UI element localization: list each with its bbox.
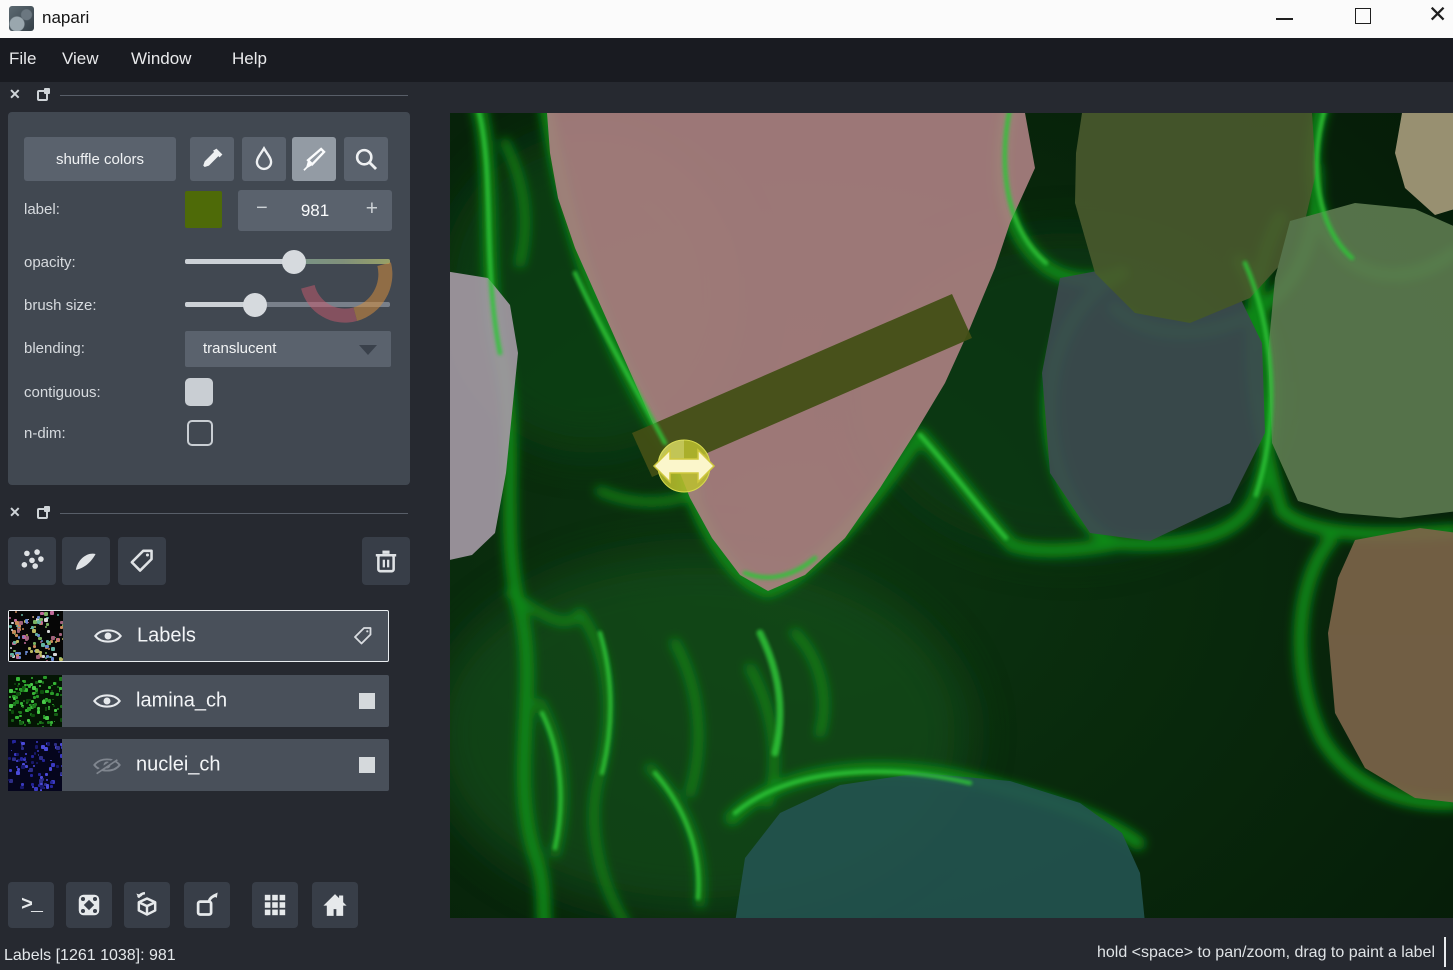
pan-zoom-tool-button[interactable] (344, 137, 388, 181)
eyedropper-icon (199, 146, 225, 172)
eye-icon (92, 690, 122, 712)
status-help-text: hold <space> to pan/zoom, drag to paint … (1097, 944, 1435, 962)
points-icon (18, 547, 46, 575)
window-title: napari (42, 8, 89, 28)
panel-divider (60, 513, 408, 514)
opacity-label: opacity: (24, 254, 76, 271)
close-icon: ✕ (1428, 1, 1447, 28)
eye-icon (93, 625, 123, 647)
visibility-toggle[interactable] (92, 690, 122, 712)
float-panel-icon[interactable] (37, 90, 48, 101)
layer-row-nuclei-ch[interactable]: nuclei_ch (8, 739, 389, 791)
image-layer-type-icon (359, 693, 375, 709)
droplet-icon (252, 146, 276, 172)
close-button[interactable]: ✕ (1418, 0, 1453, 34)
status-caret (1444, 937, 1446, 967)
label-increment-button[interactable]: + (366, 197, 378, 221)
minimize-button[interactable] (1262, 0, 1308, 34)
layer-thumbnail (8, 739, 62, 791)
layer-row-lamina-ch[interactable]: lamina_ch (8, 675, 389, 727)
minimize-icon (1276, 18, 1293, 20)
napari-app-icon (9, 6, 34, 31)
roll-dimensions-button[interactable] (124, 882, 170, 928)
grid-icon (261, 891, 289, 919)
eye-slash-icon (92, 754, 122, 776)
float-panel-icon[interactable] (37, 508, 48, 519)
shuffle-colors-button[interactable]: shuffle colors (24, 137, 176, 181)
blending-label: blending: (24, 340, 85, 357)
visibility-toggle[interactable] (93, 625, 123, 647)
microscopy-image (450, 113, 1453, 918)
tag-icon (352, 625, 374, 647)
add-shapes-layer-button[interactable] (62, 537, 110, 585)
trash-icon (372, 547, 400, 575)
menu-help[interactable]: Help (232, 49, 267, 69)
label-spinbox: − 981 + (238, 190, 392, 231)
blending-value: translucent (203, 340, 276, 357)
image-layer-type-icon (359, 757, 375, 773)
add-points-layer-button[interactable] (8, 537, 56, 585)
close-panel-icon[interactable]: ✕ (9, 504, 21, 521)
label-color-swatch[interactable] (185, 191, 222, 228)
ndim-label: n-dim: (24, 425, 66, 442)
layer-controls-panel: shuffle colors label: − 981 + opacity: b… (8, 112, 410, 485)
layer-name: Labels (137, 625, 196, 648)
transpose-dimensions-button[interactable] (184, 882, 230, 928)
opacity-slider-fill (185, 259, 294, 264)
blending-dropdown[interactable]: translucent (185, 331, 391, 367)
layer-name: lamina_ch (136, 690, 227, 713)
layer-row-labels[interactable]: Labels (8, 610, 389, 662)
tag-icon (128, 547, 156, 575)
logo-ghost-tint (296, 259, 390, 264)
visibility-toggle[interactable] (92, 754, 122, 776)
paintbrush-icon (301, 146, 327, 172)
brush-size-label: brush size: (24, 297, 97, 314)
viewer-canvas[interactable] (450, 113, 1453, 918)
toggle-ndisplay-button[interactable] (66, 882, 112, 928)
ndim-checkbox[interactable] (187, 420, 213, 446)
transpose-icon (192, 890, 222, 920)
label-row-label: label: (24, 201, 60, 218)
console-button[interactable]: >_ (8, 882, 54, 928)
console-icon: >_ (21, 894, 41, 917)
chevron-down-icon (359, 345, 377, 355)
opacity-slider-handle[interactable] (282, 250, 306, 274)
grid-view-button[interactable] (252, 882, 298, 928)
rotate-cube-icon (132, 890, 162, 920)
menu-window[interactable]: Window (131, 49, 191, 69)
menu-file[interactable]: File (9, 49, 36, 69)
status-coordinates: Labels [1261 1038]: 981 (4, 947, 176, 965)
add-labels-layer-button[interactable] (118, 537, 166, 585)
label-region-sage (1268, 203, 1453, 518)
layer-thumbnail (9, 611, 63, 661)
home-icon (320, 890, 350, 920)
contiguous-checkbox[interactable] (185, 378, 213, 406)
title-bar: napari ✕ (0, 0, 1453, 38)
labels-layer-type-icon (352, 625, 374, 647)
delete-layer-button[interactable] (362, 537, 410, 585)
maximize-button[interactable] (1340, 0, 1386, 34)
layer-name: nuclei_ch (136, 754, 221, 777)
fill-tool-button[interactable] (242, 137, 286, 181)
opacity-slider[interactable] (185, 259, 390, 264)
paintbrush-tool-button[interactable] (292, 137, 336, 181)
menu-view[interactable]: View (62, 49, 99, 69)
dice-icon (74, 890, 104, 920)
color-picker-tool-button[interactable] (190, 137, 234, 181)
shapes-icon (72, 547, 100, 575)
brush-size-slider-handle[interactable] (243, 293, 267, 317)
menu-bar: File View Window Help (0, 38, 1453, 82)
panel-divider (60, 95, 408, 96)
magnifier-icon (353, 146, 379, 172)
layer-thumbnail (8, 675, 62, 727)
close-panel-icon[interactable]: ✕ (9, 86, 21, 103)
contiguous-label: contiguous: (24, 384, 101, 401)
home-reset-view-button[interactable] (312, 882, 358, 928)
brush-size-slider[interactable] (185, 302, 390, 307)
maximize-icon (1355, 8, 1371, 24)
